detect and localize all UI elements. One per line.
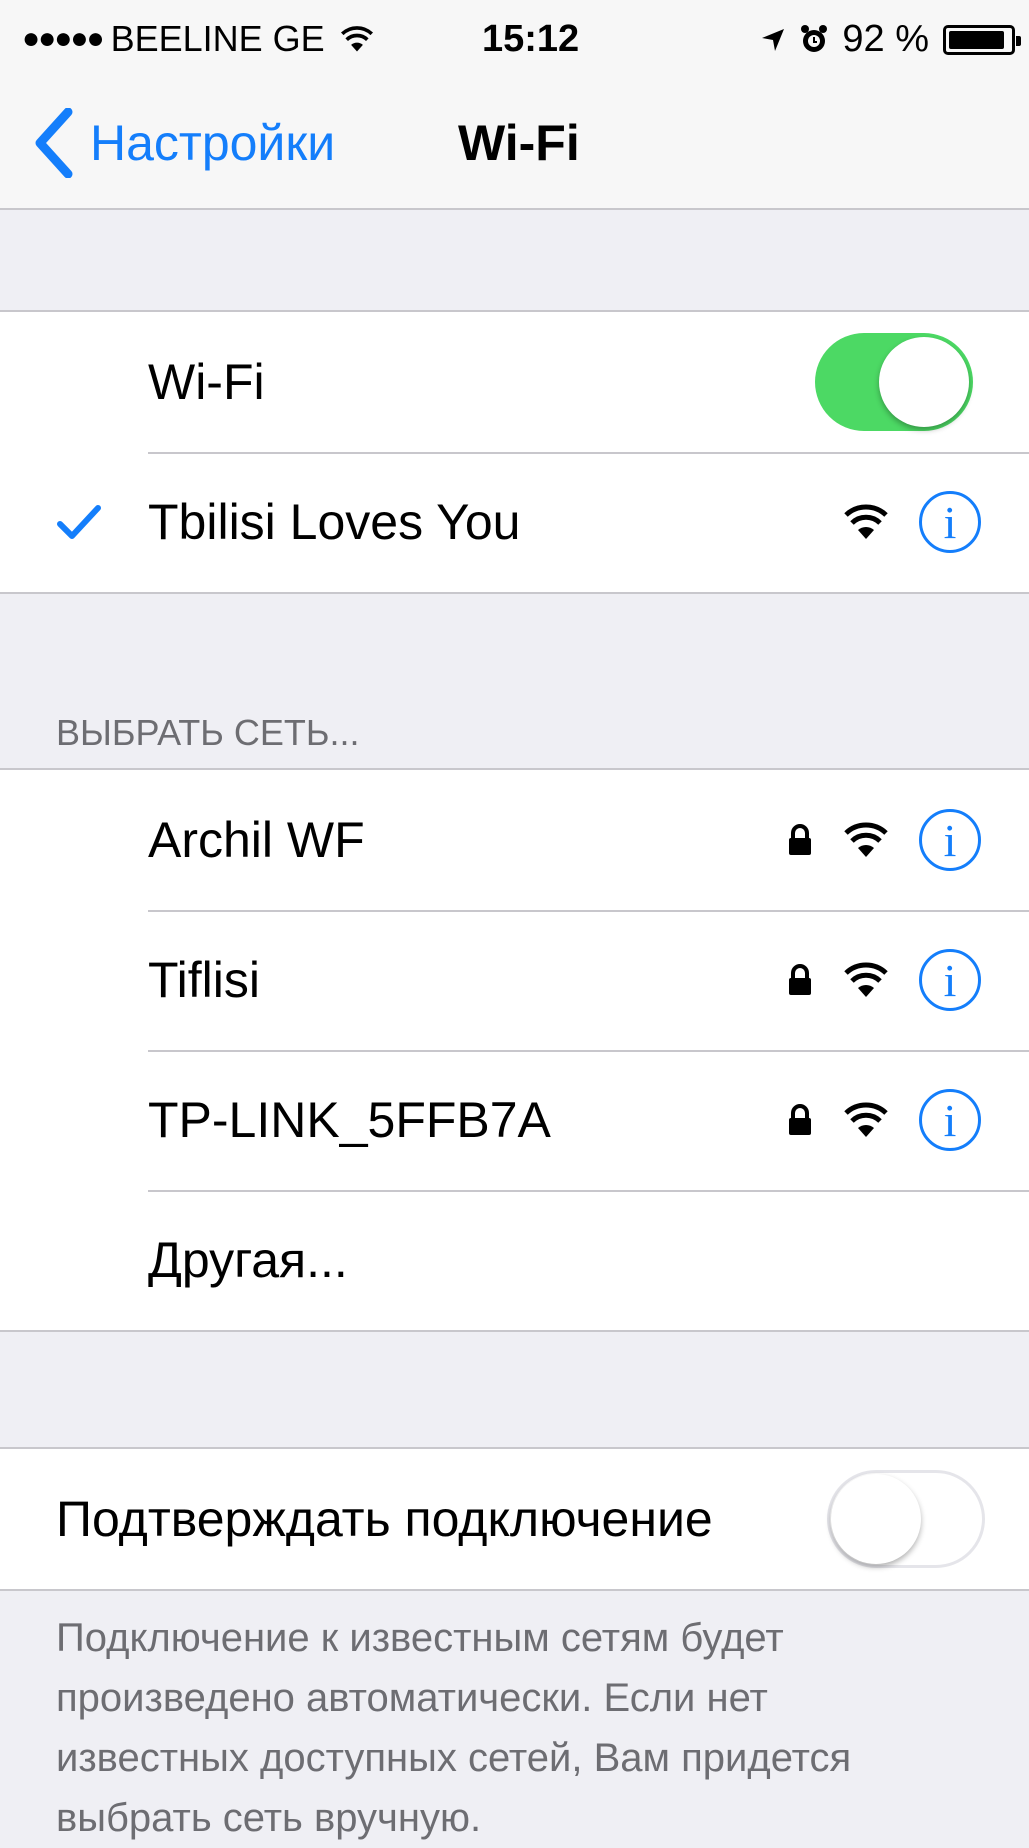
toggle-knob xyxy=(831,1474,921,1564)
connected-network-name: Tbilisi Loves You xyxy=(148,494,521,550)
wifi-icon xyxy=(340,26,373,52)
network-name: Archil WF xyxy=(148,812,365,868)
wifi-signal-icon xyxy=(844,1102,888,1137)
navigation-bar: Настройки Wi-Fi xyxy=(0,90,1029,210)
signal-dots-icon: ●●●●● xyxy=(22,22,105,55)
wifi-toggle-label: Wi-Fi xyxy=(148,354,265,410)
toggle-knob xyxy=(879,337,969,427)
other-network-row[interactable]: Другая... xyxy=(0,1190,1029,1330)
networks-group: Archil WF i Tiflisi i TP-LINK_5FFB7A i Д… xyxy=(0,768,1029,1332)
wifi-signal-icon xyxy=(844,504,888,539)
info-button[interactable]: i xyxy=(919,809,981,871)
lock-icon xyxy=(789,1104,811,1135)
status-left: ●●●●● BEELINE GE xyxy=(22,18,375,60)
location-arrow-icon xyxy=(762,28,785,51)
page-title: Wi-Fi xyxy=(458,115,580,171)
lock-icon xyxy=(789,964,811,995)
status-bar: ●●●●● BEELINE GE 15:12 92 % xyxy=(0,0,1029,90)
network-row[interactable]: TP-LINK_5FFB7A i xyxy=(0,1050,1029,1190)
back-label: Настройки xyxy=(90,115,336,171)
info-button[interactable]: i xyxy=(919,491,981,553)
network-row[interactable]: Tiflisi i xyxy=(0,910,1029,1050)
info-button[interactable]: i xyxy=(919,949,981,1011)
wifi-group: Wi-Fi Tbilisi Loves You i xyxy=(0,310,1029,594)
network-row[interactable]: Archil WF i xyxy=(0,770,1029,910)
alarm-icon xyxy=(801,24,828,52)
back-button[interactable]: Настройки xyxy=(34,108,335,178)
ask-to-join-label: Подтверждать подключение xyxy=(56,1491,713,1547)
ask-to-join-toggle[interactable] xyxy=(827,1470,985,1568)
battery-percent: 92 % xyxy=(842,18,929,60)
wifi-signal-icon xyxy=(844,962,888,997)
section-header: ВЫБРАТЬ СЕТЬ... xyxy=(56,712,360,753)
info-button[interactable]: i xyxy=(919,1089,981,1151)
checkmark-icon xyxy=(57,505,101,539)
wifi-toggle[interactable] xyxy=(815,333,973,431)
chevron-left-icon xyxy=(35,108,73,178)
footer-note: Подключение к известным сетям будет прои… xyxy=(56,1616,852,1840)
ask-to-join-group: Подтверждать подключение xyxy=(0,1447,1029,1591)
connected-network-row[interactable]: Tbilisi Loves You i xyxy=(0,452,1029,592)
other-network-label: Другая... xyxy=(148,1232,348,1288)
ask-to-join-row: Подтверждать подключение xyxy=(0,1449,1029,1589)
lock-icon xyxy=(789,824,811,855)
status-time: 15:12 xyxy=(482,18,580,60)
network-name: TP-LINK_5FFB7A xyxy=(148,1092,551,1148)
carrier-name: BEELINE GE xyxy=(110,18,325,59)
network-name: Tiflisi xyxy=(148,952,261,1008)
wifi-signal-icon xyxy=(844,822,888,857)
wifi-toggle-row: Wi-Fi xyxy=(0,312,1029,452)
status-right: 92 % xyxy=(746,18,1021,61)
battery-icon xyxy=(943,24,1021,55)
